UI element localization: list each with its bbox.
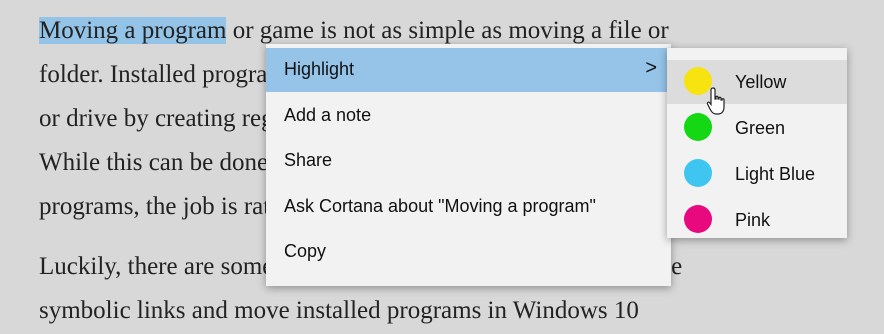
chevron-right-icon: >	[645, 57, 657, 79]
menu-item-label: Share	[284, 150, 333, 170]
selected-text[interactable]: Moving a program	[39, 17, 227, 44]
hand-cursor-icon	[706, 87, 725, 115]
color-option-label: Light Blue	[735, 164, 816, 184]
context-menu: Highlight > Add a note Share Ask Cortana…	[266, 44, 671, 286]
light-blue-swatch-icon	[684, 159, 712, 187]
menu-item-label: Ask Cortana about "Moving a program"	[284, 196, 596, 216]
menu-item-ask-cortana[interactable]: Ask Cortana about "Moving a program"	[266, 185, 671, 229]
color-option-green[interactable]: Green	[667, 106, 847, 150]
color-option-light-blue[interactable]: Light Blue	[667, 152, 847, 196]
menu-item-share[interactable]: Share	[266, 139, 671, 183]
menu-item-highlight[interactable]: Highlight >	[266, 48, 671, 92]
menu-item-label: Copy	[284, 241, 327, 261]
color-option-yellow[interactable]: Yellow	[667, 60, 847, 104]
color-option-label: Green	[735, 118, 786, 138]
highlight-submenu: Yellow Green Light Blue Pink	[667, 48, 847, 238]
color-option-label: Pink	[735, 210, 771, 230]
menu-item-add-note[interactable]: Add a note	[266, 94, 671, 138]
menu-item-copy[interactable]: Copy	[266, 230, 671, 274]
color-option-label: Yellow	[735, 72, 787, 92]
doc-line-7: symbolic links and move installed progra…	[39, 297, 639, 324]
menu-item-label: Highlight	[284, 59, 355, 79]
pink-swatch-icon	[684, 205, 712, 233]
doc-line-1: Moving a program or game is not as simpl…	[39, 17, 669, 44]
color-option-pink[interactable]: Pink	[667, 198, 847, 242]
menu-item-label: Add a note	[284, 105, 372, 125]
